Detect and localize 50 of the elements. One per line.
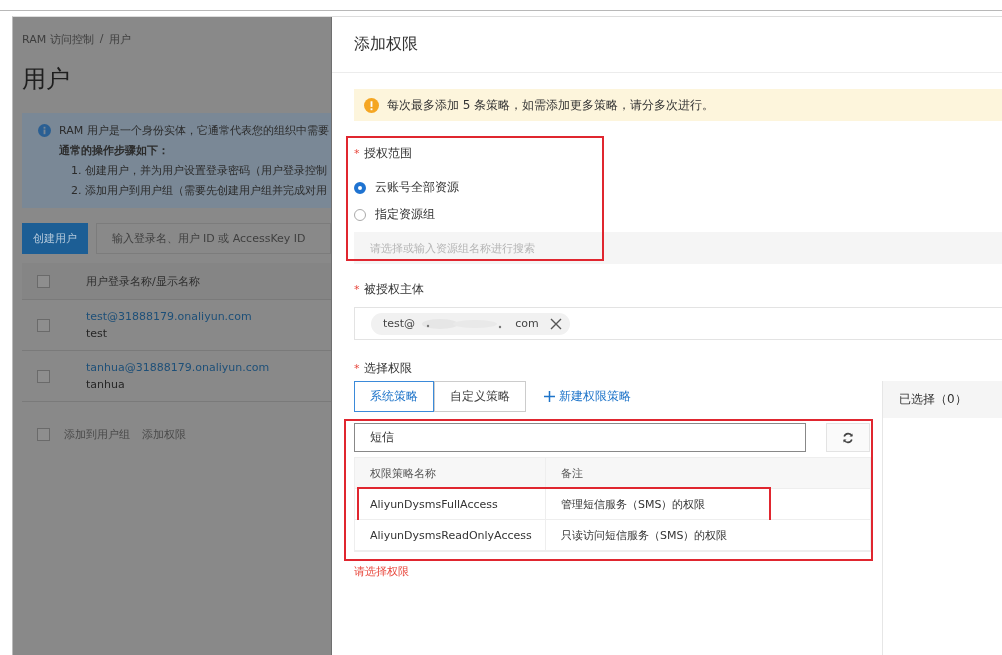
- policy-tab[interactable]: 自定义策略: [434, 381, 526, 412]
- error-message: 请选择权限: [354, 564, 410, 579]
- field-label: 被授权主体: [363, 281, 424, 298]
- radio-button[interactable]: [354, 208, 366, 221]
- refresh-icon: [842, 431, 854, 444]
- create-user-button[interactable]: 创建用户: [22, 223, 88, 254]
- column-header: 权限策略名称: [355, 458, 546, 488]
- column-header: 用户登录名称/显示名称: [86, 273, 200, 289]
- radio-option[interactable]: 指定资源组: [354, 201, 1002, 228]
- warning-icon: [364, 97, 379, 113]
- breadcrumb-separator: /: [99, 32, 104, 47]
- policy-name[interactable]: AliyunDysmsReadOnlyAccess: [355, 520, 546, 550]
- display-name: tanhua: [86, 378, 126, 391]
- policy-tab[interactable]: 系统策略: [354, 381, 434, 412]
- principal-field[interactable]: test@ com: [354, 307, 1002, 340]
- radio-option[interactable]: 云账号全部资源: [354, 174, 1002, 201]
- selected-count: 已选择（0）: [883, 381, 1002, 418]
- drawer-title: 添加权限: [332, 17, 1002, 73]
- checkbox[interactable]: [37, 274, 50, 288]
- required-asterisk: *: [354, 362, 360, 375]
- policy-name[interactable]: AliyunDysmsFullAccess: [355, 489, 546, 519]
- warning-text: 每次最多添加 5 条策略，如需添加更多策略，请分多次进行。: [387, 96, 715, 114]
- breadcrumb-item[interactable]: 用户: [109, 32, 132, 47]
- policy-search-field[interactable]: 短信: [354, 423, 806, 452]
- close-icon[interactable]: [549, 317, 562, 330]
- plus-icon: [544, 391, 555, 402]
- checkbox[interactable]: [37, 369, 50, 383]
- info-icon: [38, 124, 51, 137]
- checkbox[interactable]: [37, 427, 50, 441]
- tag-text: test@: [383, 317, 416, 330]
- info-heading: 通常的操作步骤如下：: [59, 143, 170, 158]
- display-name: test: [86, 327, 109, 340]
- policy-note: 只读访问短信服务（SMS）的权限: [546, 520, 871, 550]
- new-policy-link[interactable]: 新建权限策略: [544, 388, 631, 405]
- breadcrumb-item[interactable]: RAM 访问控制: [22, 32, 94, 47]
- policy-note: 管理短信服务（SMS）的权限: [546, 489, 871, 519]
- info-text: RAM 用户是一个身份实体，它通常代表您的组织中需要: [59, 123, 329, 138]
- radio-button[interactable]: [354, 181, 366, 194]
- info-step: 1. 创建用户，并为用户设置登录密码（用户登录控制: [59, 163, 329, 178]
- column-header: 备注: [546, 458, 871, 488]
- page-title: 用户: [22, 64, 71, 95]
- tag-text: com: [515, 317, 539, 330]
- field-label: 授权范围: [363, 145, 412, 162]
- field-label: 选择权限: [363, 360, 412, 377]
- search-field[interactable]: 输入登录名、用户 ID 或 AccessKey ID: [95, 223, 331, 254]
- required-asterisk: *: [354, 283, 360, 296]
- refresh-button[interactable]: [826, 423, 870, 452]
- checkbox[interactable]: [37, 318, 50, 332]
- required-asterisk: *: [354, 147, 360, 160]
- info-step: 2. 添加用户到用户组（需要先创建用户组并完成对用: [59, 183, 329, 198]
